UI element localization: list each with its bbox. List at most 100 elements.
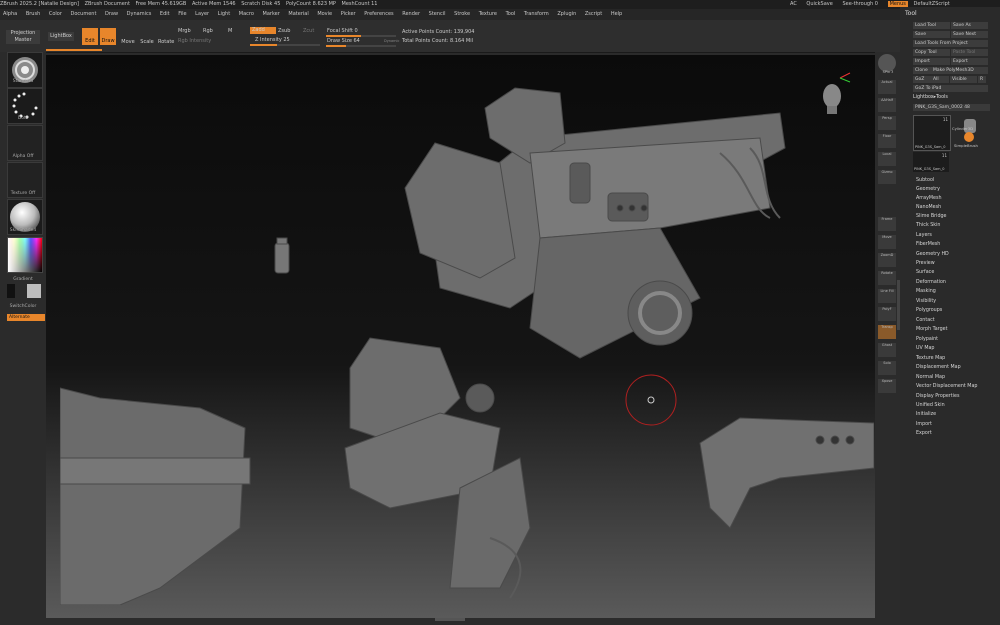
main-color-swatch[interactable] [27, 284, 41, 298]
load-tools-from-project-button[interactable]: Load Tools From Project [913, 40, 988, 47]
displacement-map-menu[interactable]: Displacement Map [916, 365, 961, 370]
menu-draw[interactable]: Draw [105, 11, 118, 17]
menu-picker[interactable]: Picker [341, 11, 356, 17]
menu-transform[interactable]: Transform [524, 11, 549, 17]
color-picker[interactable] [7, 237, 43, 273]
zadd-button[interactable]: Zadd [250, 27, 276, 34]
move-button[interactable]: Move [120, 30, 136, 45]
import-menu[interactable]: Import [916, 422, 932, 427]
nanomesh-menu[interactable]: NanoMesh [916, 205, 941, 210]
subtool-menu[interactable]: Subtool [916, 178, 934, 183]
focal-shift-slider[interactable]: Focal Shift 0 [327, 28, 358, 35]
menu-layer[interactable]: Layer [195, 11, 209, 17]
rotate-view-button[interactable]: Rotate [878, 271, 896, 285]
tool-thumb-2[interactable]: Cylinder3D SimpleBrush [952, 115, 988, 149]
zcut-button[interactable]: Zcut [303, 28, 314, 35]
make-polymesh3d-button[interactable]: Make PolyMesh3D [931, 67, 988, 74]
z-intensity-track[interactable] [250, 44, 320, 46]
save-next-button[interactable]: Save Next [951, 31, 988, 38]
menu-file[interactable]: File [178, 11, 186, 17]
aahalf-button[interactable]: AAHalf [878, 98, 896, 112]
menu-color[interactable]: Color [49, 11, 62, 17]
lightbox-tools-button[interactable]: Lightbox▸Tools [913, 95, 948, 100]
mrgb-button[interactable]: Mrgb [178, 28, 191, 35]
fibermesh-menu[interactable]: FiberMesh [916, 242, 940, 247]
goz-to-ipad-button[interactable]: GoZ To iPad [913, 85, 988, 92]
menu-zplugin[interactable]: Zplugin [557, 11, 576, 17]
initialize-menu[interactable]: Initialize [916, 412, 936, 417]
menu-brush[interactable]: Brush [26, 11, 40, 17]
ghost-button[interactable]: Ghost [878, 343, 896, 357]
uv-map-menu[interactable]: UV Map [916, 346, 934, 351]
rgb-intensity-slider[interactable]: Rgb Intensity [178, 38, 211, 45]
rotate-button[interactable]: Rotate [158, 30, 174, 45]
m-button[interactable]: M [228, 28, 232, 35]
display-properties-menu[interactable]: Display Properties [916, 394, 959, 399]
contact-menu[interactable]: Contact [916, 318, 935, 323]
navigation-head-icon[interactable] [823, 72, 851, 114]
quicksave-button[interactable]: QuickSave [806, 1, 832, 7]
projection-master-button[interactable]: Projection Master [6, 30, 40, 44]
lightbox-button[interactable]: LightBox [48, 32, 74, 41]
surface-menu[interactable]: Surface [916, 270, 934, 275]
export-button[interactable]: Export [951, 58, 988, 65]
rgb-button[interactable]: Rgb [203, 28, 213, 35]
paste-tool-button[interactable]: Paste Tool [951, 49, 988, 56]
ac-button[interactable]: AC [790, 1, 797, 7]
focal-shift-track[interactable] [326, 35, 396, 37]
thick-skin-menu[interactable]: Thick Skin [916, 223, 940, 228]
load-tool-button[interactable]: Load Tool [913, 22, 950, 29]
goz-visible-button[interactable]: Visible [950, 76, 977, 83]
menu-alpha[interactable]: Alpha [3, 11, 17, 17]
menu-render[interactable]: Render [402, 11, 420, 17]
gizmo-button[interactable]: Gizmo [878, 170, 896, 184]
goz-button[interactable]: GoZ [913, 76, 931, 83]
slime-bridge-menu[interactable]: Slime Bridge [916, 214, 947, 219]
geometry-menu[interactable]: Geometry [916, 187, 940, 192]
actual-button[interactable]: Actual [878, 80, 896, 94]
menu-light[interactable]: Light [218, 11, 230, 17]
xpose-button[interactable]: Xpose [878, 379, 896, 393]
floor-button[interactable]: Floor [878, 134, 896, 148]
menu-edit[interactable]: Edit [160, 11, 170, 17]
zsub-button[interactable]: Zsub [278, 28, 290, 35]
deformation-menu[interactable]: Deformation [916, 280, 946, 285]
frame-button[interactable]: Frame [878, 217, 896, 231]
tool-thumb-1[interactable]: 11 PINK_G3S_Sam_0 [913, 115, 951, 151]
arraymesh-menu[interactable]: ArrayMesh [916, 196, 942, 201]
polyf-button[interactable]: PolyF [878, 307, 896, 321]
draw-size-track[interactable] [326, 45, 396, 47]
scale-button[interactable]: Scale [139, 30, 155, 45]
draw-size-slider[interactable]: Draw Size 64 [327, 38, 360, 45]
vector-displacement-map-menu[interactable]: Vector Displacement Map [916, 384, 977, 389]
line-fill-button[interactable]: Line Fill [878, 289, 896, 303]
solo-button[interactable]: Solo [878, 361, 896, 375]
draw-button[interactable]: Draw [100, 28, 116, 45]
geometry-hd-menu[interactable]: Geometry HD [916, 252, 949, 257]
menu-tool[interactable]: Tool [506, 11, 516, 17]
morph-target-menu[interactable]: Morph Target [916, 327, 948, 332]
move-view-button[interactable]: Move [878, 235, 896, 249]
normal-map-menu[interactable]: Normal Map [916, 375, 945, 380]
menu-dynamics[interactable]: Dynamics [127, 11, 152, 17]
menu-preferences[interactable]: Preferences [364, 11, 393, 17]
dynamic-toggle[interactable]: Dynamic [384, 38, 399, 45]
model-canvas[interactable] [60, 68, 874, 605]
bottom-tray-handle[interactable] [435, 618, 465, 621]
menu-zscript[interactable]: Zscript [585, 11, 602, 17]
local-button[interactable]: Local [878, 152, 896, 166]
menu-movie[interactable]: Movie [317, 11, 332, 17]
tool-thumb-4[interactable]: 11 PINK_G3S_Sam_0 [913, 152, 949, 172]
visibility-menu[interactable]: Visibility [916, 299, 936, 304]
see-through-slider[interactable]: See-through 0 [842, 1, 878, 7]
menu-macro[interactable]: Macro [239, 11, 254, 17]
import-button[interactable]: Import [913, 58, 950, 65]
current-tool-slider[interactable]: PINK_G3S_Sam_0002 48 [913, 104, 990, 111]
menu-stroke[interactable]: Stroke [454, 11, 470, 17]
switch-color-label[interactable]: SwitchColor [0, 304, 46, 309]
save-as-button[interactable]: Save As [951, 22, 988, 29]
edit-button[interactable]: Edit [82, 28, 98, 45]
z-intensity-slider[interactable]: Z Intensity 25 [255, 37, 290, 44]
goz-r-button[interactable]: R [978, 76, 986, 83]
layers-menu[interactable]: Layers [916, 233, 932, 238]
